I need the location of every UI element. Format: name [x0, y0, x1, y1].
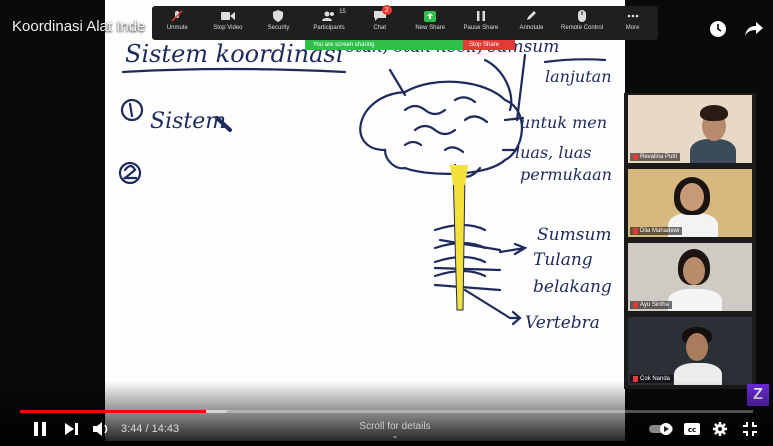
new-share-button[interactable]: New Share [405, 6, 456, 31]
stop-video-label: Stop Video [213, 25, 243, 31]
pause-share-button[interactable]: Pause Share [456, 6, 507, 31]
video-camera-icon [220, 10, 236, 22]
progress-played [20, 410, 207, 413]
mic-muted-icon [633, 228, 638, 234]
participant-tile[interactable]: Revalina Putri [628, 95, 752, 163]
whiteboard-drawing: Sistem koordinasi Sistem otak, otak keci… [118, 37, 612, 333]
remote-control-button[interactable]: Remote Control [557, 6, 608, 31]
captions-icon: cc [684, 423, 700, 435]
participants-label: Participants [313, 25, 345, 31]
spine-label-1: Sumsum [537, 225, 612, 245]
settings-button[interactable] [711, 420, 729, 438]
player-controls: 3:44 / 14:43 Scroll for details ⌄ cc [0, 418, 773, 441]
chat-label: Chat [373, 25, 387, 31]
pen-icon [523, 10, 539, 22]
participants-icon [321, 10, 337, 22]
stop-share-label: Stop Share [469, 42, 500, 48]
participant-name-text: Dila Mahadewi [640, 228, 680, 234]
participant-name-text: Revalina Putri [640, 154, 678, 160]
chat-badge: 2 [381, 5, 392, 15]
unmute-label: Unmute [166, 25, 188, 31]
pause-button[interactable] [32, 420, 48, 438]
top-right-actions [707, 18, 765, 40]
participants-button[interactable]: 15 Participants [304, 6, 355, 31]
time-display: 3:44 / 14:43 [121, 423, 179, 435]
fullscreen-exit-button[interactable] [741, 420, 759, 438]
mouse-icon [574, 10, 590, 22]
autoplay-toggle[interactable] [648, 420, 674, 438]
spinal-cord [452, 169, 466, 311]
share-arrow-icon[interactable] [743, 18, 765, 40]
volume-icon [93, 422, 108, 436]
watch-later-icon[interactable] [707, 18, 729, 40]
participants-panel: Revalina Putri Dila Mahadewi Ayu Sintha … [624, 93, 756, 389]
time-separator: / [142, 423, 152, 435]
annotate-label: Annotate [519, 25, 544, 31]
spine-label-3: belakang [533, 277, 612, 297]
brain-label-2: lanjutan [545, 67, 612, 86]
pause-icon [473, 10, 489, 22]
progress-bar[interactable] [20, 410, 753, 413]
participant-name-text: Ayu Sintha [640, 302, 669, 308]
brain-outline [359, 80, 523, 175]
note-1: untuk men [520, 113, 607, 132]
pause-share-label: Pause Share [463, 25, 499, 31]
screen-sharing-bar: You are screen sharing Stop Share [305, 40, 515, 50]
security-label: Security [267, 25, 290, 31]
whiteboard-item1: Sistem [150, 109, 226, 134]
captions-button[interactable]: cc [682, 420, 702, 438]
spine-label-2: Tulang [533, 250, 593, 270]
participant-name: Revalina Putri [630, 153, 681, 161]
heading-underline [121, 67, 347, 74]
unmute-button[interactable]: Unmute [152, 6, 203, 31]
more-button[interactable]: More [607, 6, 658, 31]
annotate-button[interactable]: Annotate [506, 6, 557, 31]
participant-name: Dila Mahadewi [630, 227, 683, 235]
participant-tile[interactable]: Dila Mahadewi [628, 169, 752, 237]
share-screen-icon [422, 10, 438, 22]
sharing-indicator: You are screen sharing [305, 40, 463, 50]
new-share-label: New Share [415, 25, 446, 31]
stop-share-button[interactable]: Stop Share [463, 40, 515, 50]
note-3: permukaan [520, 165, 612, 184]
video-frame: Sistem koordinasi Sistem otak, otak keci… [0, 0, 773, 441]
participant-tile[interactable]: Cok Nanda [628, 317, 752, 385]
fullscreen-exit-icon [743, 422, 757, 436]
security-button[interactable]: Security [253, 6, 304, 31]
video-title[interactable]: Koordinasi Alat Inde [12, 18, 145, 35]
chevron-down-icon: ⌄ [391, 431, 399, 440]
participant-tile[interactable]: Ayu Sintha [628, 243, 752, 311]
participant-name: Ayu Sintha [630, 301, 672, 309]
more-label: More [625, 25, 640, 31]
gear-icon [713, 422, 727, 436]
shield-icon [270, 10, 286, 22]
next-icon [65, 423, 78, 435]
stop-video-button[interactable]: Stop Video [203, 6, 254, 31]
remote-control-label: Remote Control [561, 25, 604, 31]
next-button[interactable] [63, 420, 81, 438]
more-dots-icon [625, 10, 641, 22]
spine-label-4: Vertebra [525, 313, 600, 333]
participants-count: 15 [339, 9, 346, 15]
pause-icon [34, 422, 46, 436]
whiteboard: Sistem koordinasi Sistem otak, otak keci… [105, 0, 625, 441]
time-total: 14:43 [151, 423, 180, 435]
mic-muted-icon [633, 154, 638, 160]
time-current: 3:44 [121, 423, 143, 435]
mic-muted-icon [169, 10, 185, 22]
zoom-toolbar: Unmute Stop Video Security 15 Participan… [152, 5, 658, 40]
chat-button[interactable]: 2 Chat [354, 5, 405, 31]
mic-muted-icon [633, 302, 638, 308]
note-2: luas, luas [515, 143, 592, 162]
scroll-for-details[interactable]: Scroll for details ⌄ [330, 421, 460, 440]
svg-text:cc: cc [688, 426, 696, 434]
volume-button[interactable] [92, 420, 112, 438]
sharing-text: You are screen sharing [313, 42, 375, 48]
video-player[interactable]: Sistem koordinasi Sistem otak, otak keci… [0, 0, 773, 441]
autoplay-toggle-icon [649, 423, 673, 435]
